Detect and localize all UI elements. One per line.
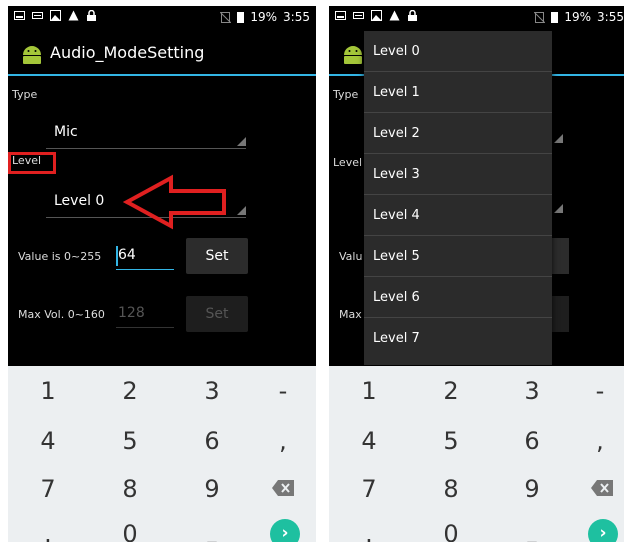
value-label: Value is 0~255 bbox=[18, 250, 102, 263]
max-vol-label: Max Vol. 0~160 bbox=[18, 308, 105, 321]
lock-icon bbox=[408, 10, 417, 21]
key-7[interactable]: 7 bbox=[8, 464, 88, 514]
gallery-icon bbox=[335, 11, 346, 20]
set-value-button[interactable]: Set bbox=[186, 238, 248, 274]
dropdown-item-level-5[interactable]: Level 5 bbox=[364, 236, 552, 277]
go-arrow-icon[interactable]: › bbox=[270, 519, 300, 542]
key-minus[interactable]: - bbox=[243, 366, 316, 416]
battery-icon bbox=[551, 12, 559, 23]
type-label: Type bbox=[12, 88, 38, 101]
key-4[interactable]: 4 bbox=[8, 416, 88, 466]
key-6[interactable]: 6 bbox=[172, 416, 252, 466]
dropdown-item-level-1[interactable]: Level 1 bbox=[364, 72, 552, 113]
value-input[interactable]: 64 bbox=[116, 243, 174, 270]
type-label: Type bbox=[333, 88, 359, 101]
key-5[interactable]: 5 bbox=[90, 416, 170, 466]
backspace-icon[interactable] bbox=[272, 480, 294, 496]
set-max-vol-button[interactable]: Set bbox=[186, 296, 248, 332]
dropdown-item-level-2[interactable]: Level 2 bbox=[364, 113, 552, 154]
key-2[interactable]: 2 bbox=[411, 366, 491, 416]
key-2[interactable]: 2 bbox=[90, 366, 170, 416]
status-bar: 19% 3:55 bbox=[8, 6, 316, 30]
go-arrow-icon[interactable]: › bbox=[588, 519, 618, 542]
no-sim-icon bbox=[220, 11, 232, 23]
key-1[interactable]: 1 bbox=[329, 366, 409, 416]
image-icon bbox=[371, 10, 382, 21]
numeric-keyboard: 1 2 3 - 4 5 6 , 7 8 9 . 0 _ › bbox=[329, 366, 624, 542]
level-label: Level bbox=[333, 156, 363, 169]
clock: 3:55 bbox=[597, 10, 624, 24]
no-sim-icon bbox=[534, 11, 546, 23]
warning-icon bbox=[389, 10, 400, 21]
level-dropdown-list: Level 0 Level 1 Level 2 Level 3 Level 4 … bbox=[364, 31, 552, 365]
key-underscore[interactable]: _ bbox=[492, 509, 572, 542]
key-comma[interactable]: , bbox=[560, 416, 624, 466]
spinner-arrow-icon bbox=[237, 137, 246, 146]
spinner-arrow-icon bbox=[554, 204, 563, 213]
dropdown-item-level-3[interactable]: Level 3 bbox=[364, 154, 552, 195]
battery-percent: 19% bbox=[564, 10, 592, 24]
key-0[interactable]: 0 bbox=[90, 509, 170, 542]
image-icon bbox=[50, 10, 61, 21]
action-bar: Audio_ModeSetting bbox=[8, 32, 316, 76]
cast-icon bbox=[32, 12, 43, 19]
app-title: Audio_ModeSetting bbox=[50, 43, 205, 62]
key-minus[interactable]: - bbox=[560, 366, 624, 416]
key-7[interactable]: 7 bbox=[329, 464, 409, 514]
type-spinner-value: Mic bbox=[54, 124, 78, 140]
android-icon bbox=[344, 46, 362, 64]
key-4[interactable]: 4 bbox=[329, 416, 409, 466]
clock: 3:55 bbox=[283, 10, 310, 24]
dropdown-item-level-0[interactable]: Level 0 bbox=[364, 31, 552, 72]
cast-icon bbox=[353, 12, 364, 19]
level-spinner-value: Level 0 bbox=[54, 193, 105, 209]
annotation-highlight-box bbox=[8, 152, 56, 174]
gallery-icon bbox=[14, 11, 25, 20]
battery-percent: 19% bbox=[250, 10, 278, 24]
key-8[interactable]: 8 bbox=[90, 464, 170, 514]
key-comma[interactable]: , bbox=[243, 416, 316, 466]
key-3[interactable]: 3 bbox=[172, 366, 252, 416]
value-label-partial: Valu bbox=[339, 250, 363, 263]
numeric-keyboard: 1 2 3 - 4 5 6 , 7 8 9 . 0 _ › bbox=[8, 366, 316, 542]
dropdown-item-level-6[interactable]: Level 6 bbox=[364, 277, 552, 318]
key-8[interactable]: 8 bbox=[411, 464, 491, 514]
phone-screen-right: 19% 3:55 Type Level Valu Max V Level 0 L… bbox=[329, 6, 624, 542]
key-9[interactable]: 9 bbox=[172, 464, 252, 514]
dropdown-item-level-7[interactable]: Level 7 bbox=[364, 318, 552, 359]
max-vol-placeholder: 128 bbox=[118, 305, 145, 321]
key-period[interactable]: . bbox=[329, 509, 409, 542]
spinner-arrow-icon bbox=[554, 134, 563, 143]
arrow-icon bbox=[123, 174, 226, 230]
lock-icon bbox=[87, 10, 96, 21]
phone-screen-left: 19% 3:55 Audio_ModeSetting Type Mic Leve… bbox=[8, 6, 316, 542]
value-input-text: 64 bbox=[118, 247, 136, 263]
key-underscore[interactable]: _ bbox=[172, 509, 252, 542]
key-5[interactable]: 5 bbox=[411, 416, 491, 466]
status-bar: 19% 3:55 bbox=[329, 6, 624, 30]
type-spinner[interactable]: Mic bbox=[46, 118, 246, 149]
battery-icon bbox=[237, 12, 245, 23]
max-vol-input[interactable]: 128 bbox=[116, 301, 174, 328]
key-period[interactable]: . bbox=[8, 509, 88, 542]
android-icon bbox=[23, 46, 41, 64]
key-9[interactable]: 9 bbox=[492, 464, 572, 514]
key-1[interactable]: 1 bbox=[8, 366, 88, 416]
dropdown-item-level-4[interactable]: Level 4 bbox=[364, 195, 552, 236]
key-0[interactable]: 0 bbox=[411, 509, 491, 542]
spinner-arrow-icon bbox=[237, 206, 246, 215]
backspace-icon[interactable] bbox=[591, 480, 613, 496]
warning-icon bbox=[68, 10, 79, 21]
